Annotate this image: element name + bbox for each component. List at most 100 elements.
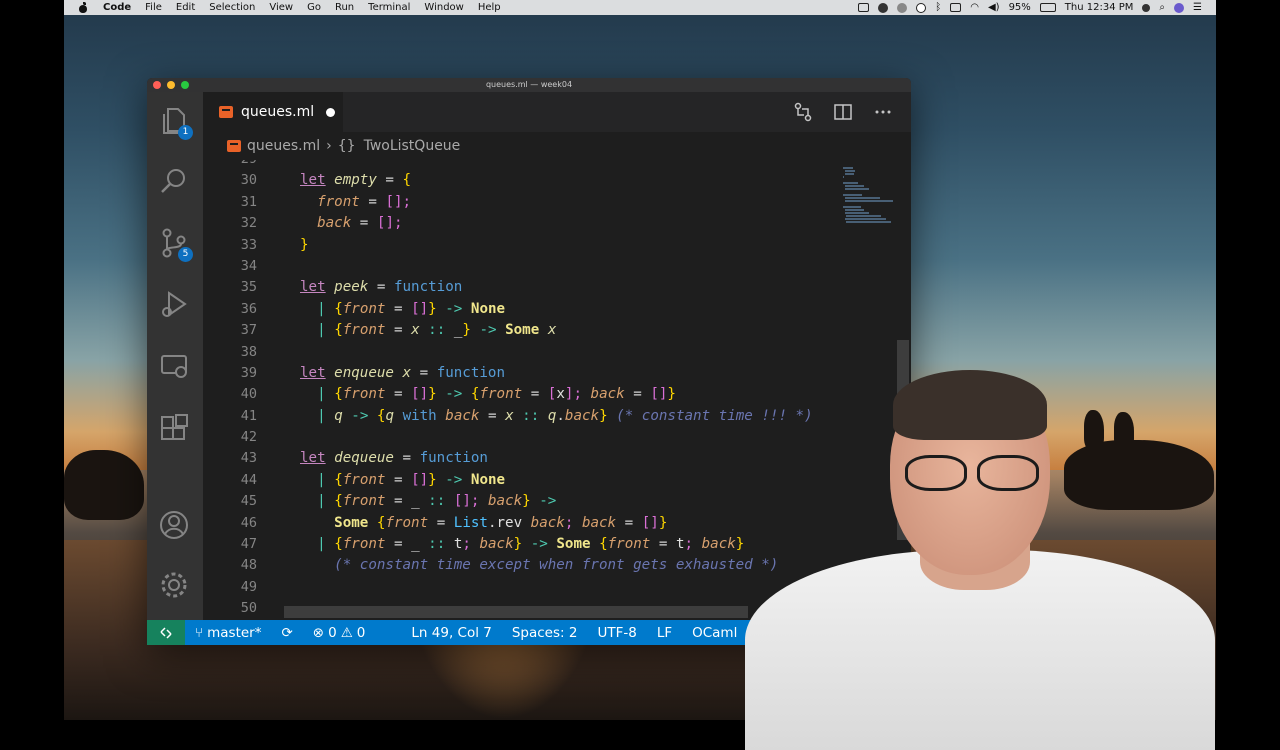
horizontal-scrollbar[interactable] <box>284 606 748 618</box>
explorer-icon[interactable]: 1 <box>159 106 193 140</box>
line-number: 48 <box>240 557 257 574</box>
code-line: | {front = x :: _} -> Some x <box>317 322 557 339</box>
sync-icon[interactable]: ⟳ <box>271 625 302 641</box>
chevron-right-icon: › <box>326 138 332 154</box>
open-changes-icon[interactable] <box>793 102 813 122</box>
spotlight-icon[interactable]: ⌕ <box>1159 2 1165 13</box>
close-window-button[interactable] <box>153 81 161 89</box>
remote-explorer-icon[interactable] <box>159 352 191 384</box>
code-line: let peek = function <box>300 279 463 296</box>
bluetooth-icon[interactable]: ᛒ <box>935 2 941 13</box>
run-debug-icon[interactable] <box>159 290 191 322</box>
menu-help[interactable]: Help <box>471 0 508 15</box>
screen-record-icon[interactable] <box>858 3 870 12</box>
branch-status[interactable]: ⑂ master* <box>185 625 271 641</box>
language-mode[interactable]: OCaml <box>682 625 747 641</box>
presenter-glasses-left <box>905 455 967 491</box>
editor-tab-bar: queues.ml <box>203 92 911 132</box>
line-number: 45 <box>240 493 257 510</box>
tab-queues-ml[interactable]: queues.ml <box>203 92 343 132</box>
ocaml-file-icon <box>219 106 233 118</box>
presenter-video <box>745 370 1215 750</box>
minimap-line <box>844 185 864 187</box>
source-control-icon[interactable]: 5 <box>159 228 193 262</box>
encoding[interactable]: UTF-8 <box>587 625 646 641</box>
menu-run[interactable]: Run <box>328 0 361 15</box>
presenter-hair <box>893 370 1047 440</box>
status-menu-icon[interactable] <box>897 2 908 13</box>
macos-menu-bar: Code File Edit Selection View Go Run Ter… <box>64 0 1216 15</box>
wifi-icon[interactable]: ◠ <box>970 2 979 13</box>
unsaved-dot-icon[interactable] <box>326 107 336 117</box>
line-number: 39 <box>240 364 257 381</box>
minimap-line <box>843 176 844 178</box>
dropbox-icon[interactable] <box>878 2 889 13</box>
notification-center-icon[interactable]: ☰ <box>1193 2 1202 13</box>
minimap-line <box>844 200 893 202</box>
camel-silhouette-left <box>64 450 144 520</box>
problems-status[interactable]: ⊗ 0 ⚠ 0 <box>303 625 376 641</box>
gear-icon[interactable] <box>159 570 191 602</box>
minimap-line <box>844 170 855 172</box>
user-icon[interactable] <box>1142 3 1151 12</box>
line-number: 40 <box>240 386 257 403</box>
tab-label: queues.ml <box>241 104 315 120</box>
minimap-line <box>843 194 863 196</box>
menu-edit[interactable]: Edit <box>169 0 202 15</box>
warning-count: 0 <box>356 624 366 641</box>
minimap-line <box>843 182 859 184</box>
breadcrumb-symbol[interactable]: TwoListQueue <box>364 138 461 154</box>
end-of-line[interactable]: LF <box>647 625 682 641</box>
line-number: 36 <box>240 300 257 317</box>
line-number: 38 <box>240 343 257 360</box>
minimap-line <box>844 209 864 211</box>
menu-selection[interactable]: Selection <box>202 0 262 15</box>
minimap-line <box>846 215 881 217</box>
line-number: 31 <box>240 193 257 210</box>
extensions-icon[interactable] <box>159 414 191 446</box>
menu-file[interactable]: File <box>138 0 169 15</box>
remote-indicator-icon[interactable] <box>147 620 185 645</box>
volume-icon[interactable]: ◀) <box>988 2 1000 13</box>
minimap-line <box>844 188 869 190</box>
minimize-window-button[interactable] <box>167 81 175 89</box>
line-number: 41 <box>240 407 257 424</box>
menubar-clock[interactable]: Thu 12:34 PM <box>1065 2 1134 13</box>
ocaml-file-icon <box>227 140 241 152</box>
code-line: front = []; <box>317 193 412 210</box>
siri-icon[interactable] <box>1174 2 1185 13</box>
module-symbol-icon: {} <box>337 138 356 154</box>
line-number: 32 <box>240 215 257 232</box>
line-number: 35 <box>240 279 257 296</box>
line-number-gutter: 29 30 31 32 33 34 35 36 37 38 39 40 41 4… <box>203 160 257 620</box>
minimap-line <box>843 167 854 169</box>
info-icon[interactable] <box>916 2 927 13</box>
line-number: 47 <box>240 536 257 553</box>
breadcrumb: queues.ml › {} TwoListQueue <box>203 132 911 160</box>
indentation[interactable]: Spaces: 2 <box>502 625 588 641</box>
menu-view[interactable]: View <box>262 0 300 15</box>
airplay-icon[interactable] <box>950 3 962 12</box>
minimap-line <box>843 206 861 208</box>
line-number: 30 <box>240 172 257 189</box>
breadcrumb-file[interactable]: queues.ml <box>247 138 320 154</box>
menu-go[interactable]: Go <box>300 0 328 15</box>
zoom-window-button[interactable] <box>181 81 189 89</box>
battery-icon[interactable] <box>1039 3 1056 12</box>
code-editor[interactable]: 29 30 31 32 33 34 35 36 37 38 39 40 41 4… <box>203 160 839 620</box>
menu-terminal[interactable]: Terminal <box>361 0 417 15</box>
minimap-line <box>844 173 855 175</box>
cursor-position[interactable]: Ln 49, Col 7 <box>401 625 501 641</box>
split-editor-icon[interactable] <box>833 102 853 122</box>
git-branch-icon: ⑂ <box>195 624 204 641</box>
menu-window[interactable]: Window <box>417 0 470 15</box>
apple-icon[interactable] <box>78 2 88 13</box>
menu-app-name[interactable]: Code <box>96 0 138 15</box>
search-icon[interactable] <box>159 166 191 198</box>
accounts-icon[interactable] <box>159 510 191 542</box>
more-actions-icon[interactable] <box>873 102 893 122</box>
explorer-badge: 1 <box>178 125 193 140</box>
